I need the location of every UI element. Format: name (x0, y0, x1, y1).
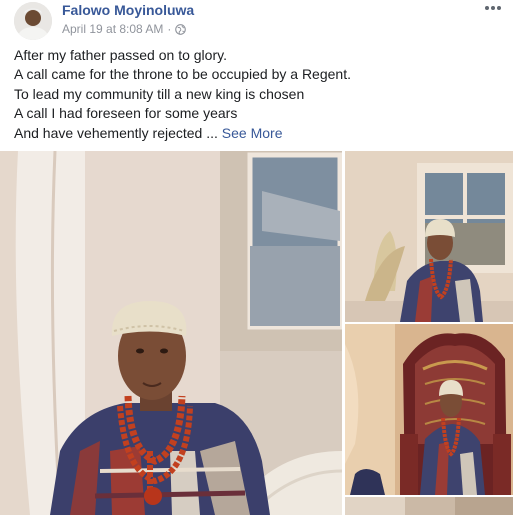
more-options-icon[interactable] (481, 0, 505, 16)
meta-separator: · (167, 22, 172, 36)
post-text-line: A call came for the throne to be occupie… (14, 66, 351, 83)
globe-icon[interactable] (175, 23, 187, 35)
post-text-line-last: And have vehemently rejected ... See Mor… (14, 124, 504, 143)
author-name-link[interactable]: Falowo Moyinoluwa (62, 2, 194, 18)
post-text-fragment: And have vehemently rejected ... (14, 124, 218, 141)
post-header: Falowo Moyinoluwa April 19 at 8:08 AM · (0, 0, 513, 42)
photo-grid (0, 151, 513, 515)
post-text-line: To lead my community till a new king is … (14, 85, 305, 102)
photo-main[interactable] (0, 151, 342, 515)
author-avatar[interactable] (14, 2, 52, 40)
post-meta: April 19 at 8:08 AM · (62, 22, 187, 36)
see-more-link[interactable]: See More (222, 125, 283, 141)
photo-bottom-right[interactable] (345, 497, 513, 515)
photo-middle-right[interactable] (345, 324, 513, 495)
post-text-line: After my father passed on to glory. (14, 47, 227, 63)
post-timestamp[interactable]: April 19 at 8:08 AM (62, 22, 163, 36)
post-body: After my father passed on to glory. A ca… (14, 46, 504, 143)
post-text-line: A call I had foreseen for some years (14, 105, 238, 122)
photo-top-right[interactable] (345, 151, 513, 322)
